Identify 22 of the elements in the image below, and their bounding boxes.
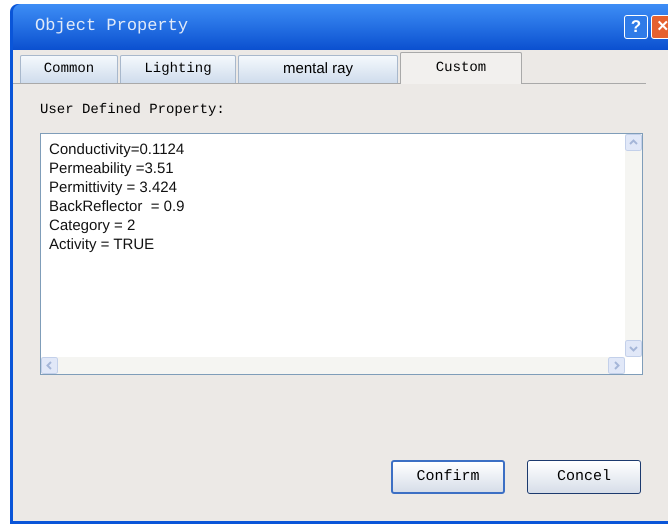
scroll-down-icon[interactable] [625,340,642,357]
property-line: Activity = TRUE [49,235,154,254]
text-area[interactable]: Conductivity=0.1124 Permeability =3.51 Permittivity = 3.424 BackReflector = 0.9 Category = 2 Activity = TRUE [40,133,643,375]
window-title: Object Property [35,16,190,38]
property-line: Permittivity = 3.424 [49,178,177,197]
property-line: BackReflector = 0.9 [49,197,184,216]
tab[interactable]: mental ray [238,55,398,83]
vertical-scrollbar[interactable] [625,134,642,357]
horizontal-scrollbar[interactable] [41,357,625,374]
tab[interactable]: Custom [400,52,522,84]
tab[interactable]: Lighting [120,55,236,83]
scroll-left-icon[interactable] [41,357,58,374]
scroll-up-icon[interactable] [625,134,642,151]
scroll-right-icon[interactable] [608,357,625,374]
help-button[interactable]: ? [624,15,648,39]
field-label: User Defined Property: [40,101,226,120]
dialog-button[interactable]: Confirm [391,460,505,494]
property-line: Permeability =3.51 [49,159,174,178]
property-line: Category = 2 [49,216,136,235]
dialog-button[interactable]: Concel [527,460,641,494]
property-line: Conductivity=0.1124 [49,140,184,159]
tab[interactable]: Common [20,55,118,83]
